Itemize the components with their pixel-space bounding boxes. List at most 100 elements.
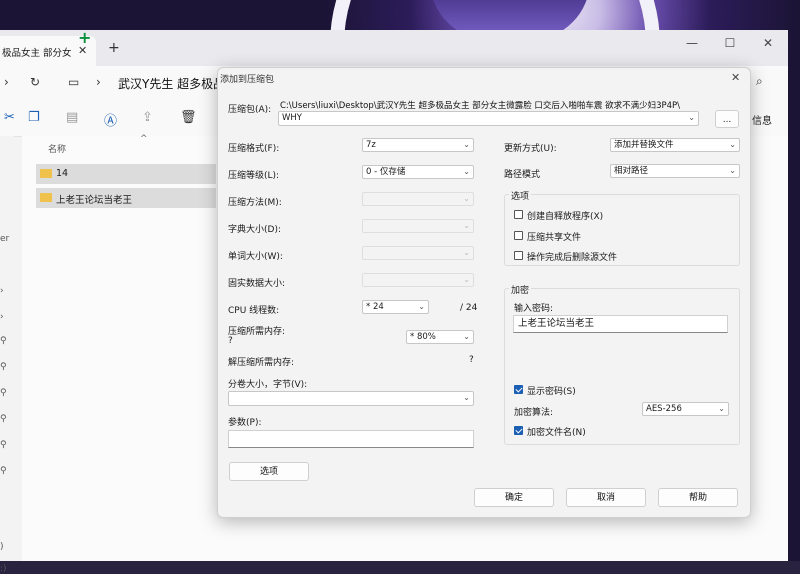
delete-after-label: 操作完成后删除源文件 xyxy=(527,253,618,263)
minimize-icon[interactable]: — xyxy=(682,36,702,50)
cut-icon[interactable]: ✂ xyxy=(4,110,15,125)
delete-after-checkbox[interactable] xyxy=(514,251,523,260)
pathmode-value: 相对路径 xyxy=(614,166,649,176)
details-button[interactable]: 信息 xyxy=(752,112,772,127)
back-icon[interactable]: › xyxy=(4,75,9,89)
list-item-label: 14 xyxy=(56,168,69,179)
maximize-icon[interactable]: ☐ xyxy=(720,36,740,50)
algo-label: 加密算法: xyxy=(514,408,554,418)
archive-path: C:\Users\liuxi\Desktop\武汉Y先生 超多极品女主 部分女主… xyxy=(280,101,681,111)
mem-label: 压缩所需内存: xyxy=(228,327,286,337)
share-icon[interactable]: ⇪ xyxy=(142,110,153,125)
shared-checkbox[interactable] xyxy=(514,231,523,240)
mouse-cursor-icon: + xyxy=(78,28,92,47)
threads-total: / 24 xyxy=(460,303,478,313)
password-label: 输入密码: xyxy=(514,304,554,314)
list-item[interactable]: 14 xyxy=(36,164,216,184)
show-password-label: 显示密码(S) xyxy=(527,387,576,397)
level-value: 0 - 仅存储 xyxy=(366,167,406,177)
cancel-button[interactable]: 取消 xyxy=(566,488,646,507)
chevron-down-icon: ⌄ xyxy=(463,140,470,149)
format-label: 压缩格式(F): xyxy=(228,144,280,154)
pin-icon: ⚲ xyxy=(0,336,7,346)
update-label: 更新方式(U): xyxy=(504,144,557,154)
list-item[interactable]: 上老王论坛当老王 xyxy=(36,188,216,208)
mem-value: * 80% xyxy=(410,332,436,342)
pathmode-select[interactable]: 相对路径 ⌄ xyxy=(610,164,740,178)
browse-button[interactable]: ... xyxy=(715,110,739,128)
chevron-down-icon: ⌄ xyxy=(463,248,470,257)
encrypt-names-checkbox[interactable] xyxy=(514,426,523,435)
folder-icon xyxy=(40,193,52,202)
word-select: ⌄ xyxy=(362,246,474,260)
explorer-tab-label: 极品女主 部分女 xyxy=(2,48,72,59)
chevron-down-icon: ⌄ xyxy=(463,332,470,341)
pin-icon: ⚲ xyxy=(0,440,7,450)
method-label: 压缩方法(M): xyxy=(228,198,282,208)
paste-icon[interactable]: ▤ xyxy=(66,110,78,125)
chevron-down-icon: ⌄ xyxy=(463,194,470,203)
dmem-label: 解压缩所需内存: xyxy=(228,358,295,368)
chevron-down-icon: ⌄ xyxy=(729,140,736,149)
encrypt-names-label: 加密文件名(N) xyxy=(527,428,586,438)
sort-arrow-icon[interactable]: ^ xyxy=(140,134,148,144)
list-item-label: 上老王论坛当老王 xyxy=(56,195,133,206)
sidebar-chevron-icon[interactable]: › xyxy=(0,312,4,322)
pin-icon: ⚲ xyxy=(0,414,7,424)
split-combo[interactable]: ⌄ xyxy=(228,391,474,406)
archive-name-combo[interactable]: WHY ⌄ xyxy=(278,111,699,126)
level-label: 压缩等级(L): xyxy=(228,171,280,181)
chevron-down-icon: ⌄ xyxy=(463,393,470,402)
update-value: 添加并替换文件 xyxy=(614,140,674,150)
format-value: 7z xyxy=(366,140,376,150)
navigation-pane: er › › ⚲ ⚲ ⚲ ⚲ ⚲ ⚲ ) :) xyxy=(0,136,14,574)
update-select[interactable]: 添加并替换文件 ⌄ xyxy=(610,138,740,152)
threads-value: * 24 xyxy=(366,302,384,312)
search-icon[interactable]: ⌕ xyxy=(756,74,763,89)
help-button[interactable]: 帮助 xyxy=(658,488,738,507)
params-label: 参数(P): xyxy=(228,418,262,428)
address-path[interactable]: 武汉Y先生 超多极品 xyxy=(118,75,225,92)
ok-button[interactable]: 确定 xyxy=(474,488,554,507)
delete-icon[interactable]: 🗑 xyxy=(180,110,197,125)
chevron-right-icon[interactable]: › xyxy=(96,75,101,89)
computer-icon[interactable]: ▭ xyxy=(68,75,79,89)
format-select[interactable]: 7z ⌄ xyxy=(362,138,474,152)
chevron-down-icon: ⌄ xyxy=(688,113,695,122)
algo-select[interactable]: AES-256 ⌄ xyxy=(642,402,729,416)
params-input[interactable] xyxy=(228,430,474,448)
threads-select[interactable]: * 24 ⌄ xyxy=(362,300,429,314)
refresh-icon[interactable]: ↻ xyxy=(30,75,40,89)
mem-select[interactable]: * 80% ⌄ xyxy=(406,330,474,344)
close-window-icon[interactable]: ✕ xyxy=(758,36,778,50)
archive-label: 压缩包(A): xyxy=(228,105,272,115)
dialog-title: 添加到压缩包 xyxy=(220,75,275,85)
sidebar-item[interactable]: ) xyxy=(0,542,4,552)
sfx-label: 创建自释放程序(X) xyxy=(527,212,604,222)
password-input[interactable]: 上老王论坛当老王 xyxy=(513,315,728,333)
pin-icon: ⚲ xyxy=(0,466,7,476)
column-header-name[interactable]: 名称 xyxy=(48,142,66,155)
sidebar-chevron-icon[interactable]: › xyxy=(0,286,4,296)
options-button[interactable]: 选项 xyxy=(229,462,309,481)
options-group-title: 选项 xyxy=(509,189,532,202)
archive-name-value: WHY xyxy=(282,113,302,123)
sidebar-item[interactable]: er xyxy=(0,234,9,244)
rename-icon[interactable]: Ⓐ xyxy=(104,110,117,129)
chevron-down-icon: ⌄ xyxy=(418,302,425,311)
solid-select: ⌄ xyxy=(362,273,474,287)
threads-label: CPU 线程数: xyxy=(228,306,280,316)
method-select: ⌄ xyxy=(362,192,474,206)
mem-q: ? xyxy=(228,336,233,346)
sfx-checkbox[interactable] xyxy=(514,210,523,219)
encryption-group-title: 加密 xyxy=(509,283,532,296)
copy-icon[interactable]: ❐ xyxy=(28,110,40,125)
close-icon[interactable]: ✕ xyxy=(731,71,740,84)
sidebar-item[interactable]: :) xyxy=(0,564,7,574)
chevron-down-icon: ⌄ xyxy=(463,167,470,176)
explorer-tab-bar: 极品女主 部分女 ✕ + — ☐ ✕ xyxy=(0,30,788,66)
level-select[interactable]: 0 - 仅存储 ⌄ xyxy=(362,165,474,179)
split-label: 分卷大小，字节(V): xyxy=(228,380,308,390)
show-password-checkbox[interactable] xyxy=(514,385,523,394)
new-tab-icon[interactable]: + xyxy=(108,40,120,56)
